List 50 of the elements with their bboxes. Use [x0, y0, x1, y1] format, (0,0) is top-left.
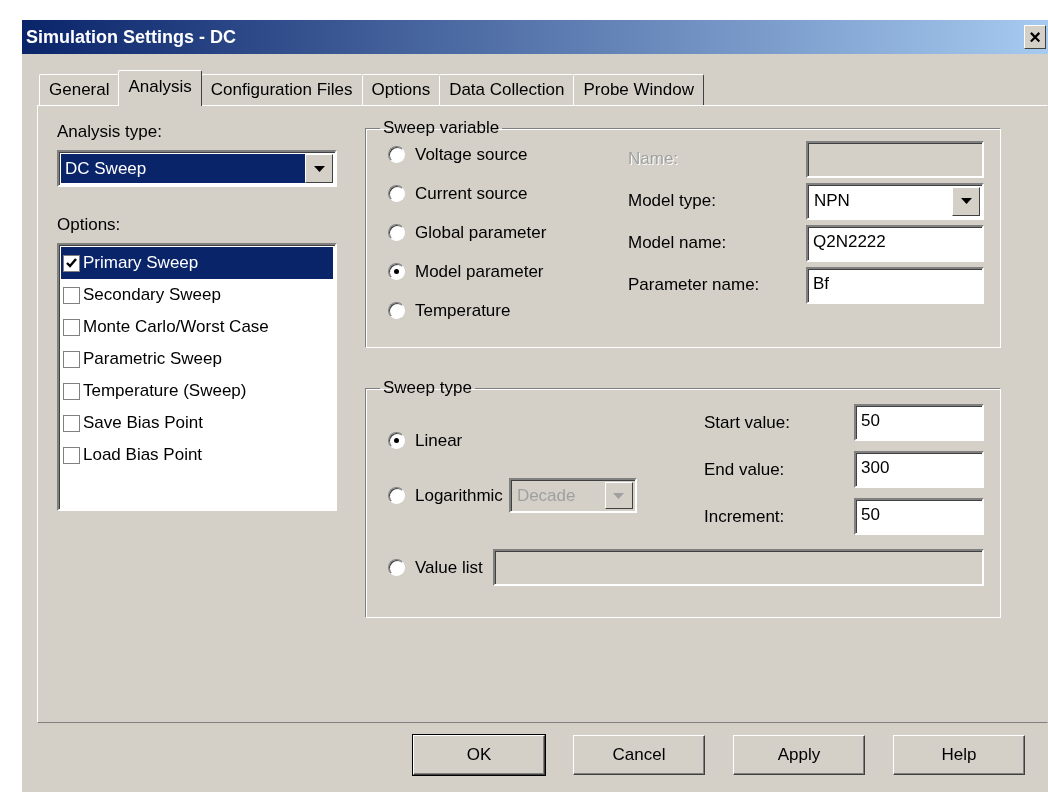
option-item[interactable]: Load Bias Point: [61, 439, 333, 471]
group-title: Sweep variable: [382, 118, 501, 138]
checkbox[interactable]: [63, 286, 80, 304]
tab[interactable]: Data Collection: [439, 74, 575, 105]
tab[interactable]: Options: [361, 74, 441, 105]
option-item[interactable]: Primary Sweep: [61, 247, 333, 279]
radio-option[interactable]: Model parameter: [388, 257, 588, 286]
checkbox[interactable]: [63, 318, 80, 336]
analysis-type-dropdown[interactable]: DC Sweep: [57, 150, 337, 187]
field-label: Options:: [57, 215, 122, 235]
field-label: Model name:: [628, 233, 727, 253]
radio-option[interactable]: Temperature: [388, 296, 588, 325]
field-label: End value:: [704, 459, 785, 480]
field-label: Parameter name:: [628, 275, 760, 295]
close-button[interactable]: ×: [1024, 25, 1046, 49]
radio-option[interactable]: Linear: [388, 426, 637, 455]
input-field[interactable]: Bf: [806, 266, 984, 304]
input-field[interactable]: 50: [854, 404, 984, 441]
tab[interactable]: Analysis: [118, 70, 202, 106]
dialog-button[interactable]: Help: [893, 735, 1025, 775]
radio-option[interactable]: Global parameter: [388, 218, 588, 247]
dialog-button[interactable]: Cancel: [573, 735, 705, 775]
checkbox[interactable]: [63, 382, 80, 400]
option-item[interactable]: Parametric Sweep: [61, 343, 333, 375]
field-label: Analysis type:: [57, 122, 163, 142]
radio-option[interactable]: Current source: [388, 179, 588, 208]
field-label: Model type:: [628, 191, 716, 211]
checkbox[interactable]: [63, 350, 80, 368]
window-title: Simulation Settings - DC: [26, 26, 236, 48]
dialog-button[interactable]: Apply: [733, 735, 865, 775]
field-label: Increment:: [704, 506, 785, 527]
radio-option[interactable]: Logarithmic: [388, 481, 503, 510]
option-item[interactable]: Secondary Sweep: [61, 279, 333, 311]
input-field[interactable]: 50: [854, 498, 984, 535]
tab[interactable]: General: [39, 74, 120, 105]
option-item[interactable]: Monte Carlo/Worst Case: [61, 311, 333, 343]
checkbox[interactable]: [63, 414, 80, 432]
group-title: Sweep type: [382, 378, 473, 398]
radio-option[interactable]: Voltage source: [388, 140, 588, 169]
option-item[interactable]: Save Bias Point: [61, 407, 333, 439]
field-label: Start value:: [704, 412, 790, 433]
checkbox[interactable]: [63, 254, 80, 272]
model-type-dropdown[interactable]: NPN: [806, 182, 984, 220]
input-field[interactable]: 300: [854, 451, 984, 488]
option-item[interactable]: Temperature (Sweep): [61, 375, 333, 407]
dialog-button[interactable]: OK: [413, 735, 545, 775]
tab[interactable]: Probe Window: [573, 74, 704, 105]
checkbox[interactable]: [63, 446, 80, 464]
input-field[interactable]: [806, 140, 984, 178]
input-field[interactable]: Q2N2222: [806, 224, 984, 262]
